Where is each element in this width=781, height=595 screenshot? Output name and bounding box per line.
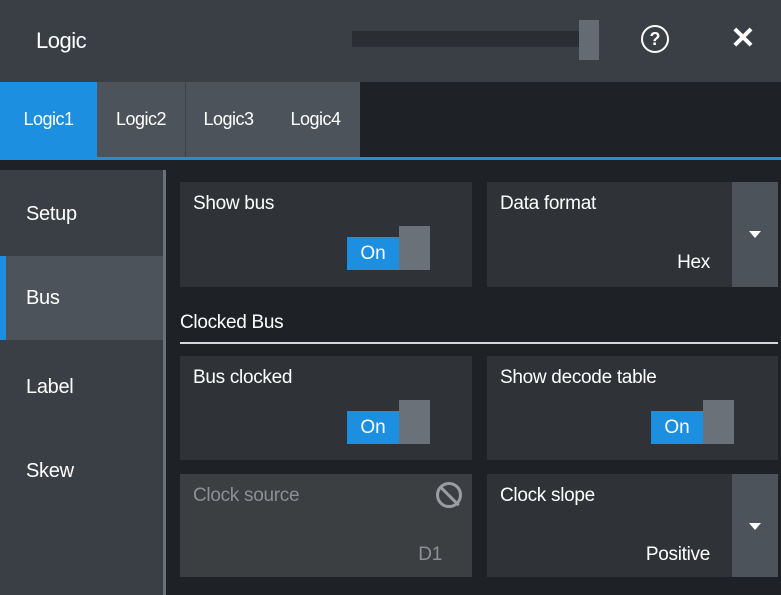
- tab-logic2[interactable]: Logic2: [97, 82, 185, 157]
- transparency-slider-handle[interactable]: [579, 20, 599, 60]
- sidebar-item-label: Setup: [26, 203, 77, 225]
- toggle-knob: [703, 400, 734, 444]
- data-format-value: Hex: [677, 252, 710, 273]
- sidebar-item-bus[interactable]: Bus: [0, 256, 163, 340]
- clock-slope-dropdown-button[interactable]: [732, 474, 778, 577]
- show-bus-label: Show bus: [193, 193, 275, 214]
- sidebar-divider: [163, 170, 166, 595]
- close-icon[interactable]: ✕: [730, 22, 756, 56]
- data-format-dropdown[interactable]: Data format Hex: [487, 182, 778, 287]
- title-bar: Logic ? ✕: [0, 0, 781, 82]
- sidebar-item-label[interactable]: Label: [0, 345, 163, 429]
- bus-clocked-label: Bus clocked: [193, 367, 293, 388]
- section-title-clocked-bus: Clocked Bus: [180, 312, 284, 333]
- active-marker: [0, 256, 6, 340]
- toggle-knob: [399, 400, 430, 444]
- clock-source-label: Clock source: [193, 485, 300, 506]
- sidebar-item-setup[interactable]: Setup: [0, 172, 163, 256]
- bus-clocked-toggle[interactable]: On: [347, 400, 430, 444]
- toggle-knob: [399, 226, 430, 270]
- show-bus-panel: Show bus On: [180, 182, 472, 287]
- data-format-label: Data format: [500, 193, 596, 214]
- tab-logic4[interactable]: Logic4: [271, 82, 360, 157]
- dropdown-arrow-icon: [749, 523, 761, 530]
- tab-logic1[interactable]: Logic1: [0, 82, 97, 157]
- tab-bar: Logic1 Logic2 Logic3 Logic4: [0, 82, 781, 160]
- tab-logic3[interactable]: Logic3: [186, 82, 271, 157]
- sidebar: Setup Bus Label Skew: [0, 170, 163, 595]
- show-decode-table-toggle[interactable]: On: [651, 400, 734, 444]
- sidebar-item-label: Label: [26, 376, 74, 398]
- sidebar-item-label: Skew: [26, 460, 74, 482]
- disabled-icon: [436, 482, 462, 508]
- clock-source-field: Clock source D1: [180, 474, 472, 577]
- toggle-state: On: [347, 237, 399, 270]
- bus-clocked-panel: Bus clocked On: [180, 356, 472, 460]
- dropdown-arrow-icon: [749, 231, 761, 238]
- sidebar-item-label: Bus: [26, 287, 60, 309]
- sidebar-item-skew[interactable]: Skew: [0, 429, 163, 513]
- clock-slope-value: Positive: [645, 544, 710, 565]
- data-format-dropdown-button[interactable]: [732, 182, 778, 287]
- clock-slope-dropdown[interactable]: Clock slope Positive: [487, 474, 778, 577]
- show-bus-toggle[interactable]: On: [347, 226, 430, 270]
- clock-source-value: D1: [418, 544, 442, 565]
- toggle-state: On: [347, 411, 399, 444]
- show-decode-table-label: Show decode table: [500, 367, 657, 388]
- dialog-title: Logic: [36, 28, 87, 53]
- toggle-state: On: [651, 411, 703, 444]
- clock-slope-label: Clock slope: [500, 485, 595, 506]
- show-decode-table-panel: Show decode table On: [487, 356, 778, 460]
- help-icon[interactable]: ?: [641, 25, 669, 53]
- transparency-slider-track[interactable]: [352, 31, 579, 47]
- tab-group: Logic1 Logic2 Logic3 Logic4: [0, 82, 360, 157]
- section-divider: [180, 342, 778, 344]
